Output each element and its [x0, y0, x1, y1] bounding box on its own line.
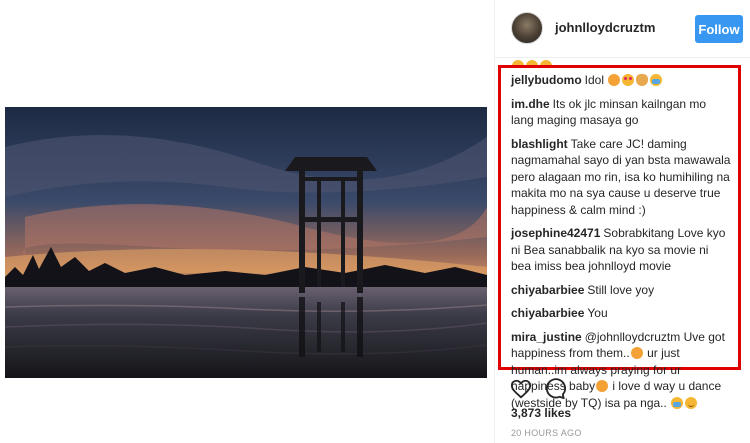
comment: jellybudomo Idol	[511, 72, 731, 89]
comment-username[interactable]: im.dhe	[511, 97, 550, 111]
comment-username[interactable]: blashlight	[511, 137, 568, 151]
kiss-emoji-icon	[608, 74, 621, 86]
comment-icon[interactable]	[544, 378, 567, 400]
sunset-lifeguard-tower-image	[5, 107, 487, 378]
heart-eyes-emoji-icon	[622, 74, 635, 86]
panel-divider	[494, 0, 495, 443]
comment: chiyabarbiee Still love yoy	[511, 282, 731, 299]
comment-text: You	[587, 306, 608, 320]
smile-emoji-icon	[685, 396, 698, 409]
likes-count[interactable]: 3,873 likes	[511, 406, 571, 420]
post-timestamp: 20 HOURS AGO	[511, 428, 582, 438]
post-header: johnlloydcruztm Follow	[495, 0, 750, 58]
blush-emoji-icon	[596, 380, 609, 392]
comment-username[interactable]: mira_justine	[511, 330, 582, 344]
follow-button[interactable]: Follow	[695, 15, 743, 43]
comment: blashlight Take care JC! daming nagmamaha…	[511, 136, 731, 219]
avatar[interactable]	[511, 12, 543, 44]
post-media-area	[0, 0, 494, 443]
heart-icon[interactable]	[510, 378, 532, 400]
comment-username[interactable]: jellybudomo	[511, 73, 582, 87]
comment-text: Still love yoy	[587, 282, 655, 297]
comment-username[interactable]: chiyabarbiee	[511, 306, 584, 320]
comment-text: Idol	[584, 73, 605, 87]
comment: josephine42471 Sobrabkitang Love kyo ni B…	[511, 225, 731, 275]
crying-emoji-icon	[671, 396, 684, 409]
comment: im.dhe Its ok jlc minsan kailngan mo lang…	[511, 96, 731, 129]
ok-hand-emoji-icon	[636, 74, 649, 86]
post-photo[interactable]	[5, 107, 487, 378]
comment: chiyabarbiee You	[511, 305, 731, 322]
comment-username[interactable]: josephine42471	[511, 226, 600, 240]
comment-username[interactable]: chiyabarbiee	[511, 283, 584, 297]
crying-emoji-icon	[650, 74, 663, 86]
username[interactable]: johnlloydcruztm	[555, 20, 655, 35]
kiss-emoji-icon	[630, 347, 643, 359]
comments-list[interactable]: jellybudomo Idol im.dhe Its ok jlc minsan …	[498, 65, 741, 410]
post-actions	[510, 378, 570, 400]
